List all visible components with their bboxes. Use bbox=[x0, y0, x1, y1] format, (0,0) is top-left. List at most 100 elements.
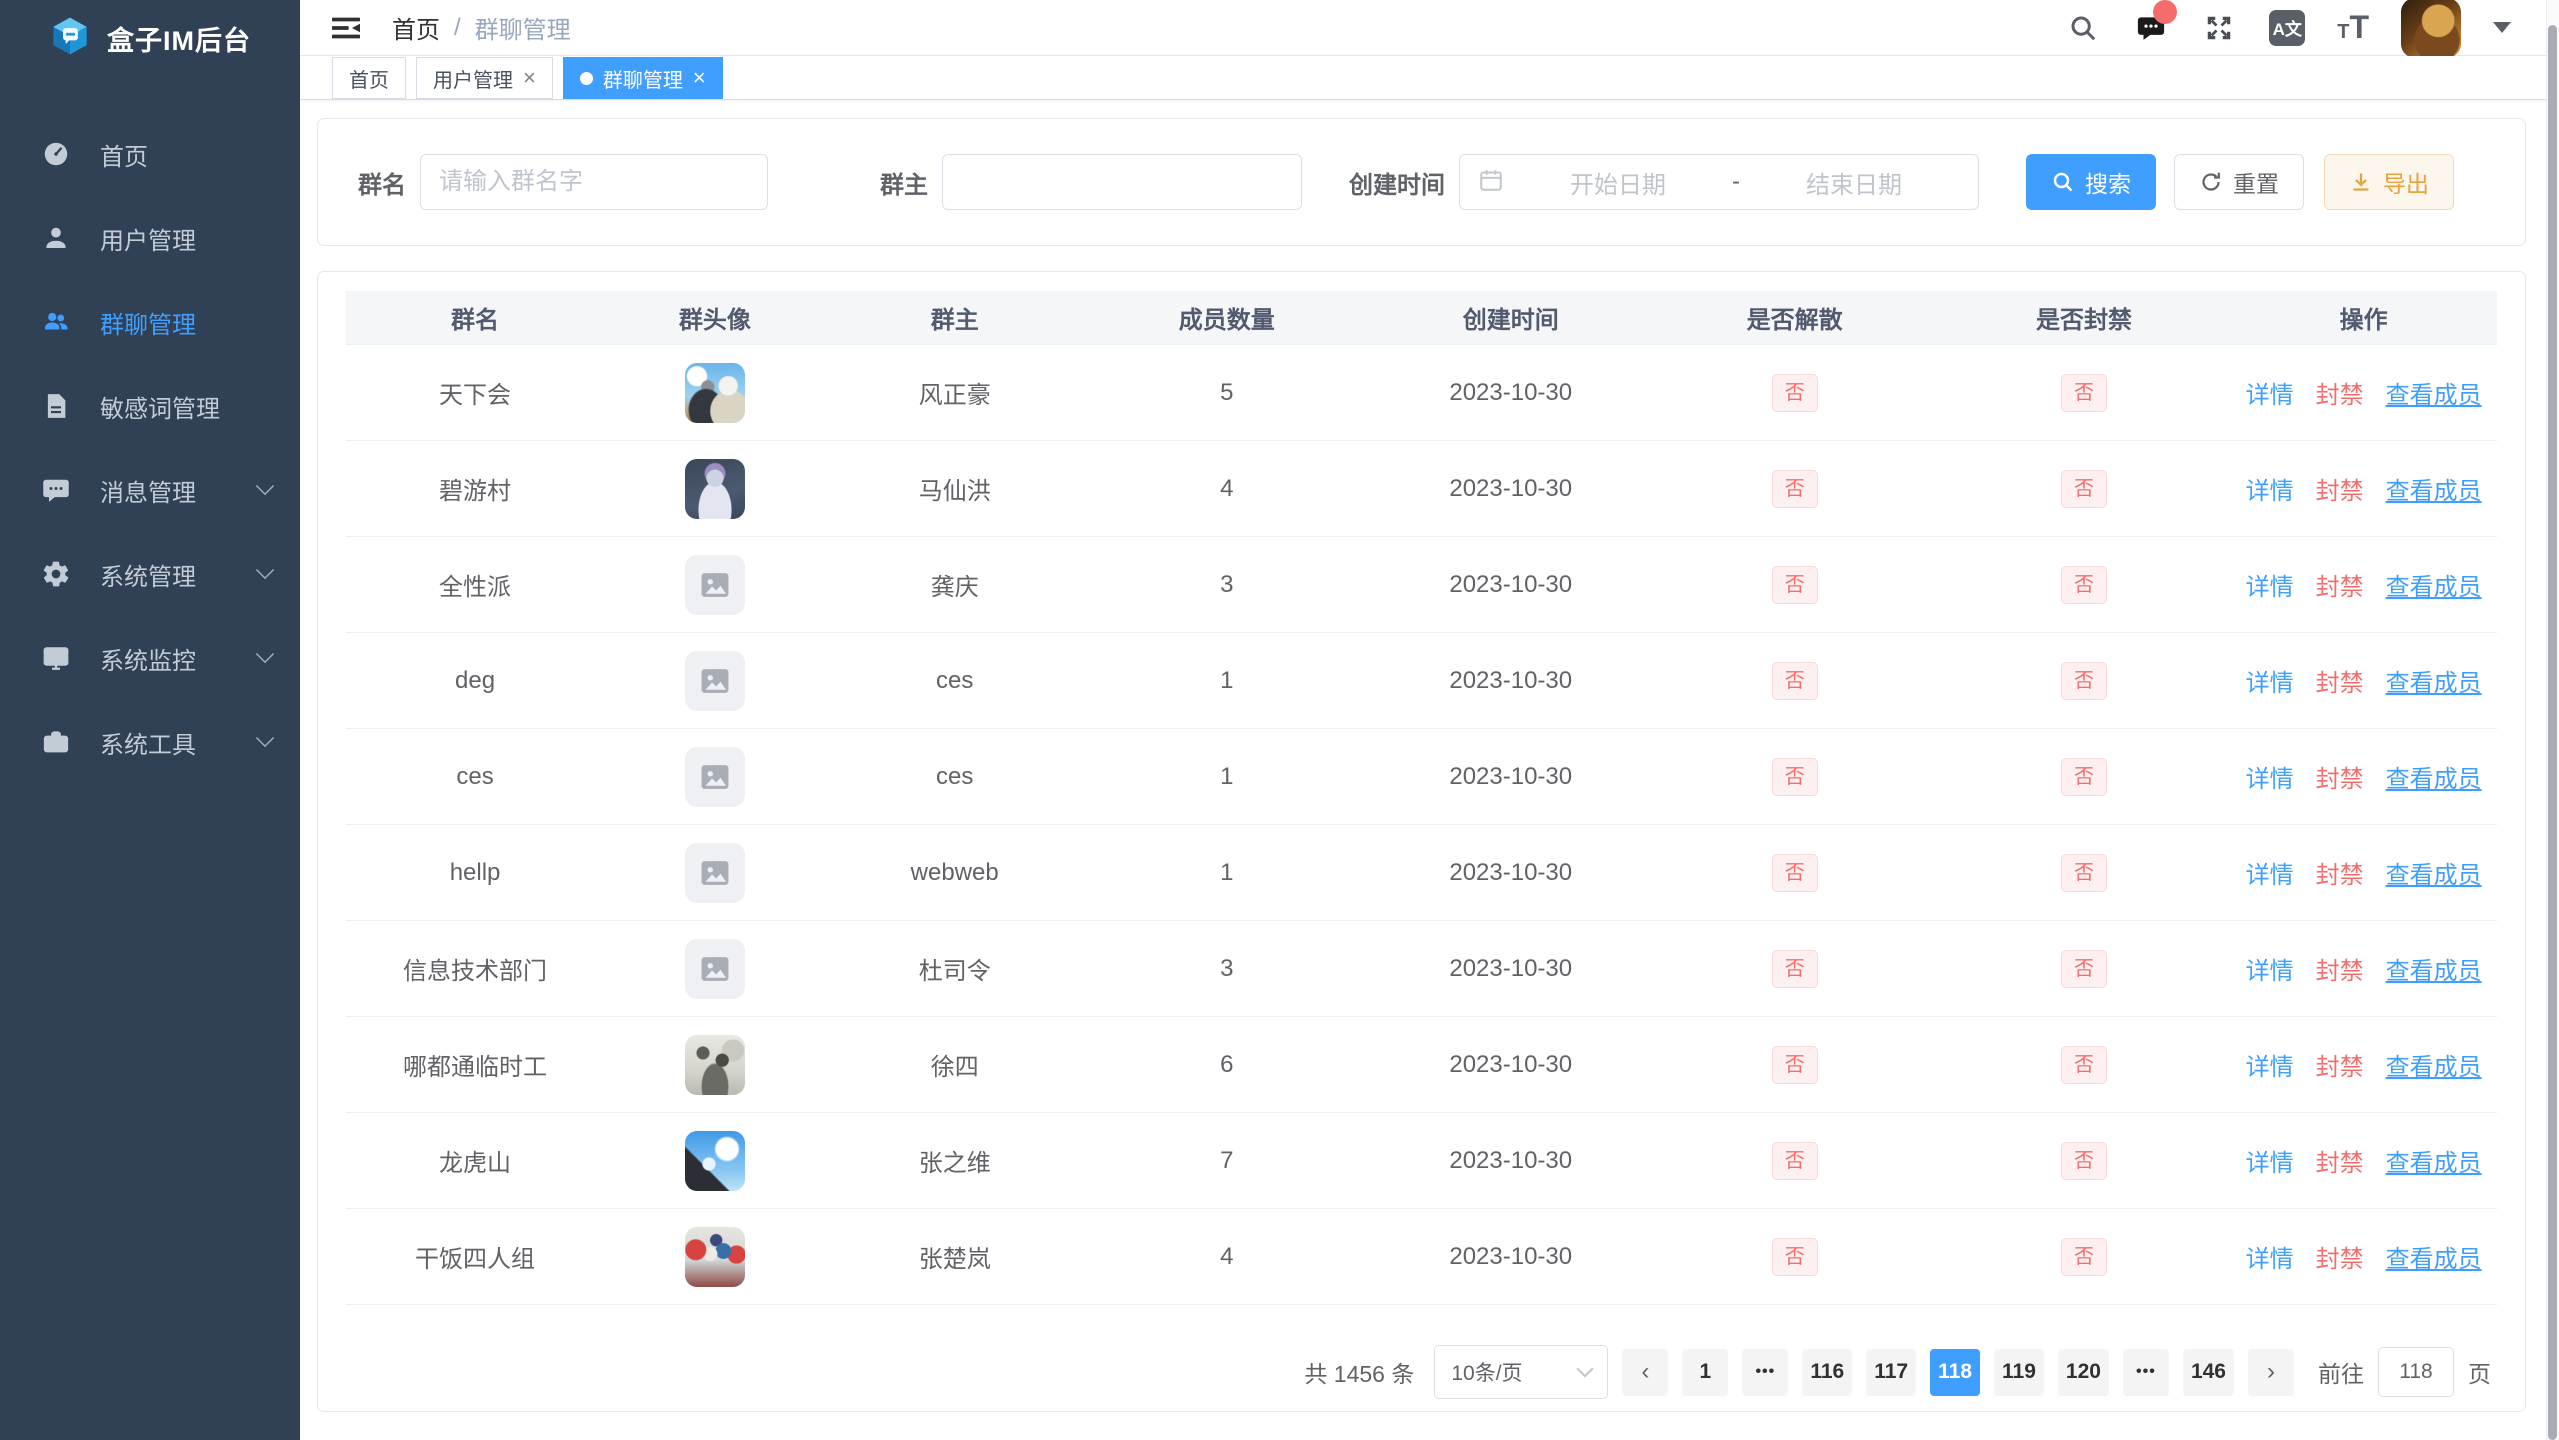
page-button[interactable]: 117 bbox=[1866, 1349, 1916, 1396]
group-avatar-cell bbox=[604, 843, 826, 903]
banned-tag: 否 bbox=[2061, 1238, 2107, 1276]
group-owner-cell: 徐四 bbox=[826, 1047, 1084, 1082]
sidebar: 盒子IM后台 首页用户管理群聊管理敏感词管理消息管理系统管理系统监控系统工具 bbox=[0, 0, 300, 1440]
detail-link[interactable]: 详情 bbox=[2246, 855, 2294, 890]
goto-page-input[interactable] bbox=[2378, 1347, 2454, 1397]
start-date-placeholder[interactable]: 开始日期 bbox=[1512, 165, 1724, 200]
sidebar-item-chat[interactable]: 消息管理 bbox=[0, 448, 300, 532]
page-button[interactable]: 116 bbox=[1802, 1349, 1852, 1396]
banned-cell: 否 bbox=[1938, 854, 2231, 892]
sidebar-item-user[interactable]: 用户管理 bbox=[0, 196, 300, 280]
sidebar-item-monitor[interactable]: 系统监控 bbox=[0, 616, 300, 700]
sidebar-item-dashboard[interactable]: 首页 bbox=[0, 112, 300, 196]
view-members-link[interactable]: 查看成员 bbox=[2386, 663, 2482, 698]
group-name-cell: 天下会 bbox=[346, 375, 604, 410]
column-header: 操作 bbox=[2230, 300, 2497, 335]
search-icon[interactable] bbox=[2065, 10, 2101, 46]
sidebar-item-toolbox[interactable]: 系统工具 bbox=[0, 700, 300, 784]
ban-link[interactable]: 封禁 bbox=[2316, 951, 2364, 986]
sidebar-item-document[interactable]: 敏感词管理 bbox=[0, 364, 300, 448]
group-owner-input[interactable] bbox=[942, 154, 1302, 210]
message-icon[interactable] bbox=[2133, 10, 2169, 46]
view-members-link[interactable]: 查看成员 bbox=[2386, 567, 2482, 602]
page-button[interactable]: 119 bbox=[1994, 1349, 2044, 1396]
group-avatar-cell bbox=[604, 555, 826, 615]
group-name-cell: ces bbox=[346, 763, 604, 791]
detail-link[interactable]: 详情 bbox=[2246, 1047, 2294, 1082]
detail-link[interactable]: 详情 bbox=[2246, 567, 2294, 602]
view-members-link[interactable]: 查看成员 bbox=[2386, 1239, 2482, 1274]
breadcrumb: 首页 / 群聊管理 bbox=[392, 10, 571, 45]
view-members-link[interactable]: 查看成员 bbox=[2386, 951, 2482, 986]
user-avatar[interactable] bbox=[2401, 0, 2461, 58]
fullscreen-icon[interactable] bbox=[2201, 10, 2237, 46]
sidebar-item-label: 系统工具 bbox=[100, 725, 256, 760]
page-button-current[interactable]: 118 bbox=[1930, 1349, 1980, 1396]
date-range-picker[interactable]: 开始日期 - 结束日期 bbox=[1459, 154, 1979, 210]
detail-link[interactable]: 详情 bbox=[2246, 1239, 2294, 1274]
export-button[interactable]: 导出 bbox=[2324, 154, 2454, 210]
column-header: 创建时间 bbox=[1370, 300, 1652, 335]
page-button[interactable]: 146 bbox=[2183, 1349, 2234, 1396]
detail-link[interactable]: 详情 bbox=[2246, 375, 2294, 410]
view-members-link[interactable]: 查看成员 bbox=[2386, 471, 2482, 506]
ban-link[interactable]: 封禁 bbox=[2316, 1047, 2364, 1082]
view-members-link[interactable]: 查看成员 bbox=[2386, 1047, 2482, 1082]
created-time-cell: 2023-10-30 bbox=[1370, 955, 1652, 983]
end-date-placeholder[interactable]: 结束日期 bbox=[1748, 165, 1960, 200]
sidebar-fold-icon[interactable] bbox=[330, 11, 364, 45]
detail-link[interactable]: 详情 bbox=[2246, 951, 2294, 986]
tab-home[interactable]: 首页 bbox=[332, 57, 406, 99]
view-members-link[interactable]: 查看成员 bbox=[2386, 375, 2482, 410]
banned-cell: 否 bbox=[1938, 374, 2231, 412]
created-time-cell: 2023-10-30 bbox=[1370, 1051, 1652, 1079]
banned-cell: 否 bbox=[1938, 662, 2231, 700]
ban-link[interactable]: 封禁 bbox=[2316, 375, 2364, 410]
ban-link[interactable]: 封禁 bbox=[2316, 567, 2364, 602]
banned-tag: 否 bbox=[2061, 1142, 2107, 1180]
caret-down-icon[interactable] bbox=[2493, 22, 2511, 33]
sidebar-item-gear[interactable]: 系统管理 bbox=[0, 532, 300, 616]
translate-icon[interactable]: A文 bbox=[2269, 10, 2305, 46]
group-name-cell: 信息技术部门 bbox=[346, 951, 604, 986]
close-icon[interactable]: × bbox=[523, 67, 536, 89]
toolbox-icon bbox=[40, 726, 72, 758]
page-button[interactable]: 1 bbox=[1682, 1349, 1728, 1396]
prev-page-button[interactable]: ‹ bbox=[1622, 1349, 1668, 1396]
detail-link[interactable]: 详情 bbox=[2246, 759, 2294, 794]
view-members-link[interactable]: 查看成员 bbox=[2386, 759, 2482, 794]
group-owner-cell: 马仙洪 bbox=[826, 471, 1084, 506]
sidebar-item-users[interactable]: 群聊管理 bbox=[0, 280, 300, 364]
breadcrumb-home[interactable]: 首页 bbox=[392, 10, 440, 45]
group-name-input[interactable] bbox=[420, 154, 768, 210]
page-button[interactable]: 120 bbox=[2058, 1349, 2109, 1396]
detail-link[interactable]: 详情 bbox=[2246, 471, 2294, 506]
group-avatar-cell bbox=[604, 651, 826, 711]
table-row: cesces12023-10-30否否详情封禁查看成员 bbox=[346, 729, 2497, 825]
content-area: 群名 群主 创建时间 开始日期 - 结束日期 搜索 重置 bbox=[300, 100, 2559, 1440]
app-logo: 盒子IM后台 bbox=[0, 0, 300, 76]
actions-cell: 详情封禁查看成员 bbox=[2230, 375, 2497, 410]
ban-link[interactable]: 封禁 bbox=[2316, 1239, 2364, 1274]
banned-tag: 否 bbox=[2061, 470, 2107, 508]
search-button[interactable]: 搜索 bbox=[2026, 154, 2156, 210]
tab-user-management[interactable]: 用户管理× bbox=[416, 57, 553, 99]
ban-link[interactable]: 封禁 bbox=[2316, 471, 2364, 506]
group-name-cell: 碧游村 bbox=[346, 471, 604, 506]
close-icon[interactable]: × bbox=[693, 67, 706, 89]
reset-button[interactable]: 重置 bbox=[2174, 154, 2304, 210]
page-ellipsis: ••• bbox=[2123, 1349, 2169, 1396]
page-size-select[interactable]: 10条/页 bbox=[1434, 1345, 1608, 1399]
scrollbar-thumb[interactable] bbox=[2548, 25, 2557, 1440]
tab-group-management[interactable]: 群聊管理× bbox=[563, 57, 723, 99]
view-members-link[interactable]: 查看成员 bbox=[2386, 1143, 2482, 1178]
detail-link[interactable]: 详情 bbox=[2246, 663, 2294, 698]
next-page-button[interactable]: › bbox=[2248, 1349, 2294, 1396]
view-members-link[interactable]: 查看成员 bbox=[2386, 855, 2482, 890]
ban-link[interactable]: 封禁 bbox=[2316, 855, 2364, 890]
font-size-icon[interactable]: TT bbox=[2337, 9, 2369, 46]
detail-link[interactable]: 详情 bbox=[2246, 1143, 2294, 1178]
ban-link[interactable]: 封禁 bbox=[2316, 663, 2364, 698]
ban-link[interactable]: 封禁 bbox=[2316, 1143, 2364, 1178]
ban-link[interactable]: 封禁 bbox=[2316, 759, 2364, 794]
